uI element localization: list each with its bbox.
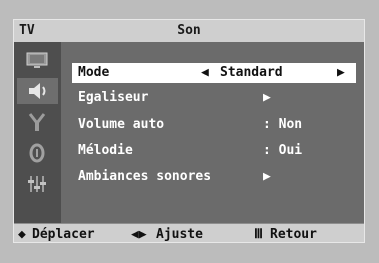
setup-icon[interactable] [22, 140, 52, 166]
menu-title: Son [177, 23, 201, 38]
menu-item-melodie[interactable]: Mélodie : Oui [72, 141, 356, 161]
egaliseur-label: Egaliseur [78, 90, 149, 105]
submenu-arrow-icon: ▶ [263, 90, 271, 105]
category-sidebar [14, 42, 61, 223]
menu-content: Mode ◀ Standard ▶ Egaliseur ▶ Volume aut… [61, 42, 364, 223]
move-hint: Déplacer [32, 227, 95, 242]
menu-item-egaliseur[interactable]: Egaliseur ▶ [72, 88, 356, 108]
channel-icon[interactable] [22, 109, 52, 135]
menu-item-volume-auto[interactable]: Volume auto : Non [72, 115, 356, 135]
melodie-value: : Oui [263, 143, 303, 158]
menu-item-mode[interactable]: Mode ◀ Standard ▶ [72, 63, 356, 83]
menu-item-ambiances-sonores[interactable]: Ambiances sonores ▶ [72, 167, 356, 187]
adjust-hint: Ajuste [156, 227, 203, 242]
input-icon[interactable] [22, 171, 52, 197]
ambiances-sonores-label: Ambiances sonores [78, 169, 212, 184]
picture-icon[interactable] [22, 47, 52, 73]
mode-value: Standard [220, 65, 283, 80]
help-bar: ◆ Déplacer ◀▶ Ajuste Ⅲ Retour [14, 223, 364, 242]
volume-auto-label: Volume auto [78, 117, 165, 132]
volume-auto-value: : Non [263, 117, 303, 132]
sound-menu-osd: TV Son Mode ◀ Standard ▶ Egaliseur ▶ Vol… [13, 19, 365, 243]
melodie-label: Mélodie [78, 143, 133, 158]
mode-label: Mode [78, 65, 110, 80]
title-bar: TV Son [14, 20, 364, 43]
submenu-arrow-icon: ▶ [263, 169, 271, 184]
adjust-icon: ◀▶ [131, 227, 147, 242]
return-hint: Retour [270, 227, 317, 242]
return-icon: Ⅲ [254, 227, 263, 242]
left-arrow-icon[interactable]: ◀ [201, 63, 209, 83]
right-arrow-icon[interactable]: ▶ [337, 63, 345, 83]
move-icon: ◆ [18, 227, 26, 242]
sound-icon[interactable] [17, 78, 58, 104]
